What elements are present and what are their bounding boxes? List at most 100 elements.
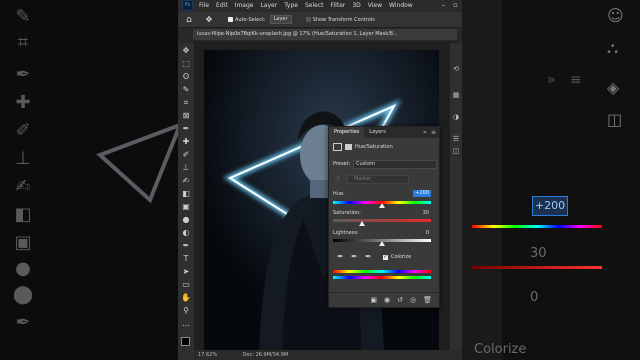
type-icon[interactable]: T <box>180 253 192 265</box>
background-saturation-bar <box>472 266 602 269</box>
properties-panel: Properties Layers » ≡ Hue/Saturation Pre… <box>328 126 440 308</box>
lightness-input[interactable]: 0 <box>413 230 431 237</box>
history-brush-icon[interactable]: ✍ <box>180 175 192 187</box>
eraser-icon[interactable]: ◧ <box>180 188 192 200</box>
background-hue-value: +200 <box>532 196 568 216</box>
layers-panel-icon[interactable]: ◫ <box>452 147 460 155</box>
menu-select[interactable]: Select <box>305 2 324 9</box>
auto-select-dropdown[interactable]: Layer <box>269 15 292 24</box>
history-panel-icon[interactable]: ⟲ <box>452 65 460 73</box>
photoshop-logo-icon: Ps <box>182 0 193 11</box>
background-menu-icon: ≡ <box>570 72 582 88</box>
photoshop-window: Ps File Edit Image Layer Type Select Fil… <box>178 0 462 360</box>
colorize-checkbox[interactable]: ✓ Colorize <box>383 254 411 260</box>
document-size: Doc: 26.9M/34.9M <box>242 352 289 358</box>
adjustment-header: Hue/Saturation <box>333 143 393 151</box>
background-brush-icon: ✐ <box>15 120 31 141</box>
crop-icon[interactable]: ⌗ <box>180 97 192 109</box>
background-history-icon: ✍ <box>15 176 31 197</box>
background-drop-icon: ● <box>15 258 31 279</box>
background-cube-icon: ◈ <box>607 78 620 97</box>
layer-mask-icon[interactable] <box>345 144 352 150</box>
output-hue-bar <box>333 276 431 279</box>
auto-select-label: Auto-Select: <box>235 16 266 23</box>
background-neon-triangle <box>96 123 178 204</box>
quick-select-icon[interactable]: ✎ <box>180 84 192 96</box>
show-transform-checkbox[interactable] <box>305 16 313 23</box>
tab-layers[interactable]: Layers <box>364 127 391 138</box>
move-icon[interactable]: ✥ <box>180 45 192 57</box>
clip-to-layer-icon[interactable]: ▣ <box>370 296 377 304</box>
menu-filter[interactable]: Filter <box>331 2 346 9</box>
swatches-panel-icon[interactable]: ▦ <box>452 91 460 99</box>
targeted-adjustment-icon[interactable]: ☝ <box>335 174 340 183</box>
path-select-icon[interactable]: ➤ <box>180 266 192 278</box>
saturation-slider-thumb[interactable] <box>359 221 366 226</box>
minimize-icon[interactable]: – <box>438 0 449 11</box>
hue-slider-thumb[interactable] <box>379 203 385 208</box>
saturation-input[interactable]: 30 <box>413 210 431 217</box>
blur-icon[interactable]: ● <box>180 214 192 226</box>
preset-value: Custom <box>356 161 376 167</box>
menu-view[interactable]: View <box>368 2 382 9</box>
marquee-icon[interactable]: ⬚ <box>180 58 192 70</box>
menu-type[interactable]: Type <box>284 2 298 9</box>
menu-layer[interactable]: Layer <box>260 2 277 9</box>
reset-icon[interactable]: ↺ <box>397 296 403 304</box>
frame-icon[interactable]: ⊠ <box>180 110 192 122</box>
background-left-blur: ✎ ⌗ ✒ ✚ ✐ ⊥ ✍ ◧ ▣ ● ⬤ ✒ <box>0 0 178 360</box>
lasso-icon[interactable]: ʘ <box>180 71 192 83</box>
auto-select-check-icon <box>228 16 233 22</box>
menu-image[interactable]: Image <box>235 2 254 9</box>
more-tools-icon[interactable]: … <box>180 318 192 330</box>
foreground-color-swatch[interactable] <box>181 337 190 346</box>
zoom-level[interactable]: 17.62% <box>198 352 217 358</box>
auto-select-checkbox[interactable] <box>228 16 235 23</box>
properties-panel-icon[interactable]: ☰ <box>452 135 460 143</box>
shape-icon[interactable]: ▭ <box>180 279 192 291</box>
eyedropper-add-icon[interactable]: ✒ <box>351 252 358 261</box>
preset-label: Preset: <box>333 161 351 167</box>
view-previous-icon[interactable]: ◉ <box>384 296 390 304</box>
eyedropper-subtract-icon[interactable]: ✒ <box>365 252 372 261</box>
menu-3d[interactable]: 3D <box>352 2 360 9</box>
lightness-slider-thumb[interactable] <box>379 241 385 246</box>
show-transform-check-icon <box>305 16 311 22</box>
preset-dropdown[interactable]: Custom <box>353 160 437 169</box>
maximize-icon[interactable]: ▫ <box>450 0 461 11</box>
brush-icon[interactable]: ✐ <box>180 149 192 161</box>
background-pen-icon: ✒ <box>15 312 31 333</box>
tab-properties[interactable]: Properties <box>329 127 365 138</box>
background-colorize-label: Colorize <box>474 342 527 357</box>
zoom-icon[interactable]: ⚲ <box>180 305 192 317</box>
saturation-slider[interactable] <box>333 219 431 222</box>
hue-input[interactable]: +200 <box>413 190 431 197</box>
dodge-icon[interactable]: ◐ <box>180 227 192 239</box>
adjustments-panel-icon[interactable]: ◑ <box>452 113 460 121</box>
eyedropper-sample-icon[interactable]: ✒ <box>337 252 344 261</box>
panel-menu-icon[interactable]: ≡ <box>431 127 436 138</box>
home-icon[interactable]: ⌂ <box>182 15 196 25</box>
background-hue-bar <box>472 225 602 228</box>
menu-file[interactable]: File <box>199 2 209 9</box>
document-tab[interactable]: lucas-filipe-Nlp0e7BqiKk-unsplash.jpg @ … <box>193 29 457 40</box>
show-transform-label: Show Transform Controls <box>312 16 375 23</box>
background-gradient-icon: ▣ <box>14 232 32 253</box>
properties-footer: ▣ ◉ ↺ ◎ 🗑 <box>329 292 439 307</box>
menu-edit[interactable]: Edit <box>216 2 228 9</box>
trash-icon[interactable]: 🗑 <box>423 296 432 304</box>
saturation-label: Saturation: <box>333 210 361 216</box>
collapse-icon[interactable]: » <box>423 127 427 138</box>
background-dodge-icon: ⬤ <box>12 284 34 305</box>
visibility-icon[interactable]: ◎ <box>410 296 416 304</box>
hand-icon[interactable]: ✋ <box>180 292 192 304</box>
move-tool-icon[interactable]: ✥ <box>202 15 216 24</box>
gradient-icon[interactable]: ▣ <box>180 201 192 213</box>
hue-label: Hue: <box>333 191 345 197</box>
pen-icon[interactable]: ✒ <box>180 240 192 252</box>
menu-window[interactable]: Window <box>389 2 413 9</box>
stamp-icon[interactable]: ⊥ <box>180 162 192 174</box>
eyedropper-icon[interactable]: ✒ <box>180 123 192 135</box>
adjustment-name: Hue/Saturation <box>355 144 393 150</box>
healing-icon[interactable]: ✚ <box>180 136 192 148</box>
